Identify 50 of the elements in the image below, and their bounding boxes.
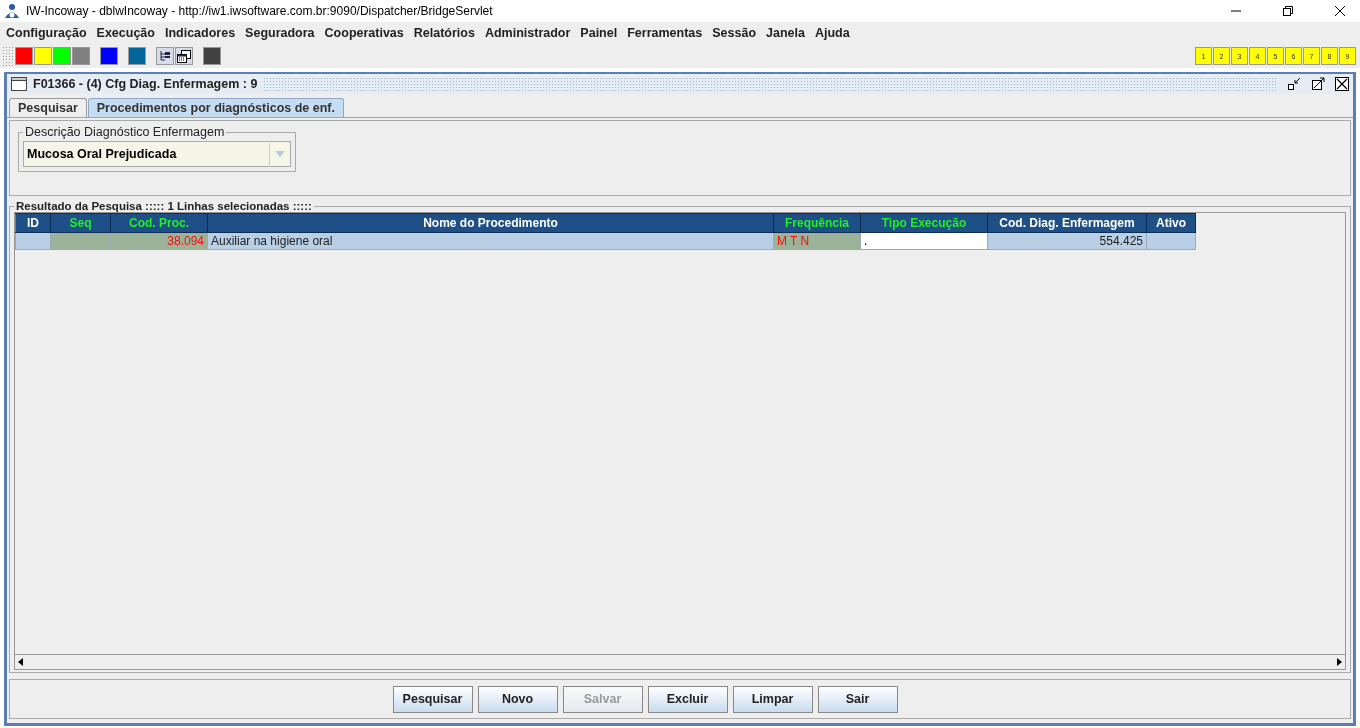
menu-item[interactable]: Ajuda	[810, 26, 856, 40]
horizontal-scrollbar[interactable]	[14, 654, 1346, 670]
restore-icon[interactable]	[1282, 5, 1294, 17]
column-header[interactable]: Nome do Procedimento	[207, 213, 774, 233]
menu-item[interactable]: Execução	[92, 26, 161, 40]
color-swatch[interactable]	[100, 47, 118, 65]
menu-item[interactable]: Configuração	[2, 26, 93, 40]
color-swatch[interactable]	[34, 47, 52, 65]
column-header[interactable]: Cod. Diag. Enfermagem	[987, 213, 1147, 233]
frame-title: F01366 - (4) Cfg Diag. Enfermagem : 9	[33, 77, 258, 91]
group-label: Descrição Diagnóstico Enfermagem	[24, 125, 226, 139]
action-button[interactable]: Novo	[477, 685, 558, 713]
column-header[interactable]: ID	[15, 213, 51, 233]
column-header[interactable]: Seq	[50, 213, 111, 233]
color-swatch[interactable]	[203, 47, 221, 65]
tree-icon[interactable]	[156, 47, 174, 65]
action-button[interactable]: Excluir	[647, 685, 728, 713]
close-icon[interactable]	[1335, 77, 1349, 91]
menu-item[interactable]: Administrador	[480, 26, 577, 40]
windows-icon[interactable]	[175, 47, 193, 65]
menu-item[interactable]: Cooperativas	[320, 26, 410, 40]
color-swatch[interactable]	[15, 47, 33, 65]
tab[interactable]: Pesquisar	[9, 98, 87, 117]
menu-item[interactable]: Relatórios	[409, 26, 481, 40]
menu-item[interactable]: Painel	[576, 26, 624, 40]
action-button[interactable]: Pesquisar	[392, 685, 473, 713]
diagnosis-dropdown[interactable]: Mucosa Oral Prejudicada	[23, 141, 291, 167]
menu-item[interactable]: Seguradora	[241, 26, 321, 40]
menu-item[interactable]: Janela	[762, 26, 811, 40]
close-icon[interactable]	[1334, 5, 1346, 17]
caret-icon	[275, 151, 285, 157]
maximize-icon[interactable]	[1311, 77, 1325, 91]
menu-item[interactable]: Indicadores	[160, 26, 242, 40]
app-logo-icon	[4, 3, 20, 19]
tab[interactable]: Procedimentos por diagnósticos de enf.	[87, 98, 344, 117]
minimize-icon[interactable]	[1287, 77, 1301, 91]
group-label: Resultado da Pesquisa ::::: 1 Linhas selecionadas :::::	[15, 200, 313, 212]
window-icon	[11, 77, 27, 91]
column-header[interactable]: Ativo	[1146, 213, 1196, 233]
action-button[interactable]: Sair	[817, 685, 898, 713]
menu-item[interactable]: Ferramentas	[623, 26, 709, 40]
column-header[interactable]: Frequência	[773, 213, 861, 233]
column-header[interactable]: Tipo Execução	[860, 213, 988, 233]
menu-item[interactable]: Sessão	[708, 26, 762, 40]
color-swatch[interactable]	[53, 47, 71, 65]
color-swatch[interactable]	[72, 47, 90, 65]
window-title: IW-Incoway - dblwIncoway - http://iw1.iwsoftware.com.br:9090/Dispatcher/BridgeServlet	[26, 4, 493, 18]
color-swatch[interactable]	[128, 47, 146, 65]
column-header[interactable]: Cod. Proc.	[110, 213, 208, 233]
action-button[interactable]: Limpar	[732, 685, 813, 713]
